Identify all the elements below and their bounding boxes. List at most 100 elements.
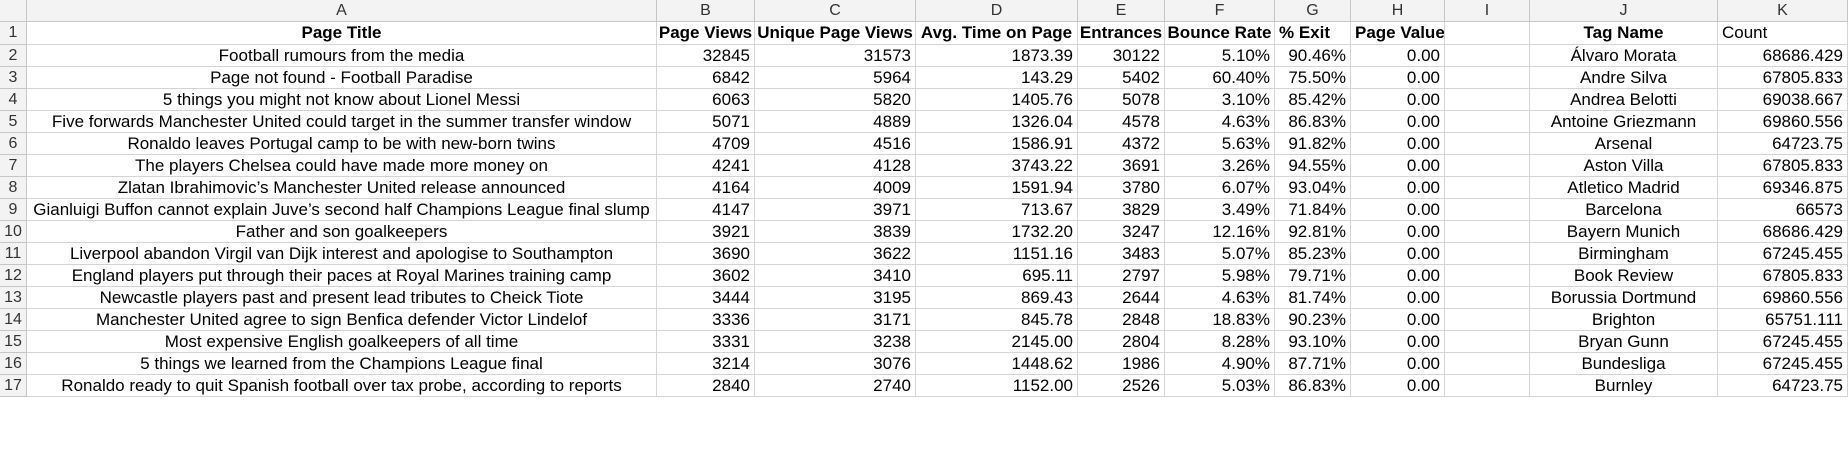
header-bounce-rate[interactable]: Bounce Rate	[1165, 22, 1275, 45]
exit-cell[interactable]: 81.74%	[1275, 287, 1351, 309]
tag-name-cell[interactable]: Barcelona	[1530, 199, 1718, 221]
bounce-rate-cell[interactable]: 5.10%	[1165, 45, 1275, 67]
entrances-cell[interactable]: 2797	[1078, 265, 1165, 287]
empty-cell[interactable]	[1445, 22, 1530, 45]
bounce-rate-cell[interactable]: 6.07%	[1165, 177, 1275, 199]
empty-cell[interactable]	[1445, 243, 1530, 265]
unique-page-views-cell[interactable]: 3839	[755, 221, 916, 243]
page-views-cell[interactable]: 3336	[657, 309, 755, 331]
avg-time-cell[interactable]: 2145.00	[916, 331, 1078, 353]
column-header-k[interactable]: K	[1718, 0, 1848, 22]
page-views-cell[interactable]: 6842	[657, 67, 755, 89]
page-value-cell[interactable]: 0.00	[1351, 155, 1445, 177]
bounce-rate-cell[interactable]: 3.26%	[1165, 155, 1275, 177]
empty-cell[interactable]	[1445, 265, 1530, 287]
entrances-cell[interactable]: 2804	[1078, 331, 1165, 353]
avg-time-cell[interactable]: 695.11	[916, 265, 1078, 287]
page-title-cell[interactable]: Liverpool abandon Virgil van Dijk intere…	[27, 243, 657, 265]
row-number[interactable]: 5	[0, 111, 27, 133]
exit-cell[interactable]: 86.83%	[1275, 111, 1351, 133]
bounce-rate-cell[interactable]: 5.98%	[1165, 265, 1275, 287]
page-value-cell[interactable]: 0.00	[1351, 265, 1445, 287]
header-page-title[interactable]: Page Title	[27, 22, 657, 45]
row-number[interactable]: 13	[0, 287, 27, 309]
exit-cell[interactable]: 90.23%	[1275, 309, 1351, 331]
exit-cell[interactable]: 87.71%	[1275, 353, 1351, 375]
tag-name-cell[interactable]: Burnley	[1530, 375, 1718, 397]
avg-time-cell[interactable]: 1152.00	[916, 375, 1078, 397]
row-number[interactable]: 17	[0, 375, 27, 397]
entrances-cell[interactable]: 3483	[1078, 243, 1165, 265]
row-number[interactable]: 2	[0, 45, 27, 67]
tag-name-cell[interactable]: Brighton	[1530, 309, 1718, 331]
exit-cell[interactable]: 86.83%	[1275, 375, 1351, 397]
count-cell[interactable]: 68686.429	[1718, 45, 1848, 67]
page-value-cell[interactable]: 0.00	[1351, 177, 1445, 199]
header-avg-time[interactable]: Avg. Time on Page	[916, 22, 1078, 45]
row-number[interactable]: 15	[0, 331, 27, 353]
exit-cell[interactable]: 85.42%	[1275, 89, 1351, 111]
tag-name-cell[interactable]: Andre Silva	[1530, 67, 1718, 89]
count-cell[interactable]: 69860.556	[1718, 111, 1848, 133]
empty-cell[interactable]	[1445, 111, 1530, 133]
page-views-cell[interactable]: 3331	[657, 331, 755, 353]
count-cell[interactable]: 68686.429	[1718, 221, 1848, 243]
unique-page-views-cell[interactable]: 4128	[755, 155, 916, 177]
avg-time-cell[interactable]: 1586.91	[916, 133, 1078, 155]
empty-cell[interactable]	[1445, 155, 1530, 177]
empty-cell[interactable]	[1445, 67, 1530, 89]
page-title-cell[interactable]: Ronaldo ready to quit Spanish football o…	[27, 375, 657, 397]
page-views-cell[interactable]: 4241	[657, 155, 755, 177]
page-title-cell[interactable]: Most expensive English goalkeepers of al…	[27, 331, 657, 353]
column-header-h[interactable]: H	[1351, 0, 1445, 22]
count-cell[interactable]: 67805.833	[1718, 155, 1848, 177]
page-title-cell[interactable]: Zlatan Ibrahimovic’s Manchester United r…	[27, 177, 657, 199]
tag-name-cell[interactable]: Birmingham	[1530, 243, 1718, 265]
page-views-cell[interactable]: 2840	[657, 375, 755, 397]
entrances-cell[interactable]: 3691	[1078, 155, 1165, 177]
page-title-cell[interactable]: Manchester United agree to sign Benfica …	[27, 309, 657, 331]
avg-time-cell[interactable]: 1732.20	[916, 221, 1078, 243]
avg-time-cell[interactable]: 1151.16	[916, 243, 1078, 265]
count-cell[interactable]: 67245.455	[1718, 243, 1848, 265]
empty-cell[interactable]	[1445, 287, 1530, 309]
exit-cell[interactable]: 91.82%	[1275, 133, 1351, 155]
tag-name-cell[interactable]: Atletico Madrid	[1530, 177, 1718, 199]
bounce-rate-cell[interactable]: 4.63%	[1165, 111, 1275, 133]
page-views-cell[interactable]: 5071	[657, 111, 755, 133]
page-title-cell[interactable]: Football rumours from the media	[27, 45, 657, 67]
entrances-cell[interactable]: 3829	[1078, 199, 1165, 221]
header-unique-page-views[interactable]: Unique Page Views	[755, 22, 916, 45]
page-value-cell[interactable]: 0.00	[1351, 287, 1445, 309]
page-views-cell[interactable]: 3602	[657, 265, 755, 287]
row-number[interactable]: 3	[0, 67, 27, 89]
page-views-cell[interactable]: 6063	[657, 89, 755, 111]
column-header-b[interactable]: B	[657, 0, 755, 22]
count-cell[interactable]: 69038.667	[1718, 89, 1848, 111]
row-number[interactable]: 8	[0, 177, 27, 199]
header-count[interactable]: Count	[1718, 22, 1848, 45]
unique-page-views-cell[interactable]: 31573	[755, 45, 916, 67]
page-views-cell[interactable]: 4147	[657, 199, 755, 221]
page-views-cell[interactable]: 3444	[657, 287, 755, 309]
empty-cell[interactable]	[1445, 375, 1530, 397]
exit-cell[interactable]: 90.46%	[1275, 45, 1351, 67]
page-title-cell[interactable]: England players put through their paces …	[27, 265, 657, 287]
bounce-rate-cell[interactable]: 18.83%	[1165, 309, 1275, 331]
column-header-i[interactable]: I	[1445, 0, 1530, 22]
row-number[interactable]: 10	[0, 221, 27, 243]
entrances-cell[interactable]: 2526	[1078, 375, 1165, 397]
header-entrances[interactable]: Entrances	[1078, 22, 1165, 45]
header-page-views[interactable]: Page Views	[657, 22, 755, 45]
exit-cell[interactable]: 85.23%	[1275, 243, 1351, 265]
page-views-cell[interactable]: 3921	[657, 221, 755, 243]
count-cell[interactable]: 64723.75	[1718, 133, 1848, 155]
count-cell[interactable]: 67245.455	[1718, 331, 1848, 353]
page-value-cell[interactable]: 0.00	[1351, 331, 1445, 353]
page-title-cell[interactable]: Father and son goalkeepers	[27, 221, 657, 243]
page-value-cell[interactable]: 0.00	[1351, 45, 1445, 67]
exit-cell[interactable]: 79.71%	[1275, 265, 1351, 287]
entrances-cell[interactable]: 3780	[1078, 177, 1165, 199]
exit-cell[interactable]: 94.55%	[1275, 155, 1351, 177]
tag-name-cell[interactable]: Bayern Munich	[1530, 221, 1718, 243]
